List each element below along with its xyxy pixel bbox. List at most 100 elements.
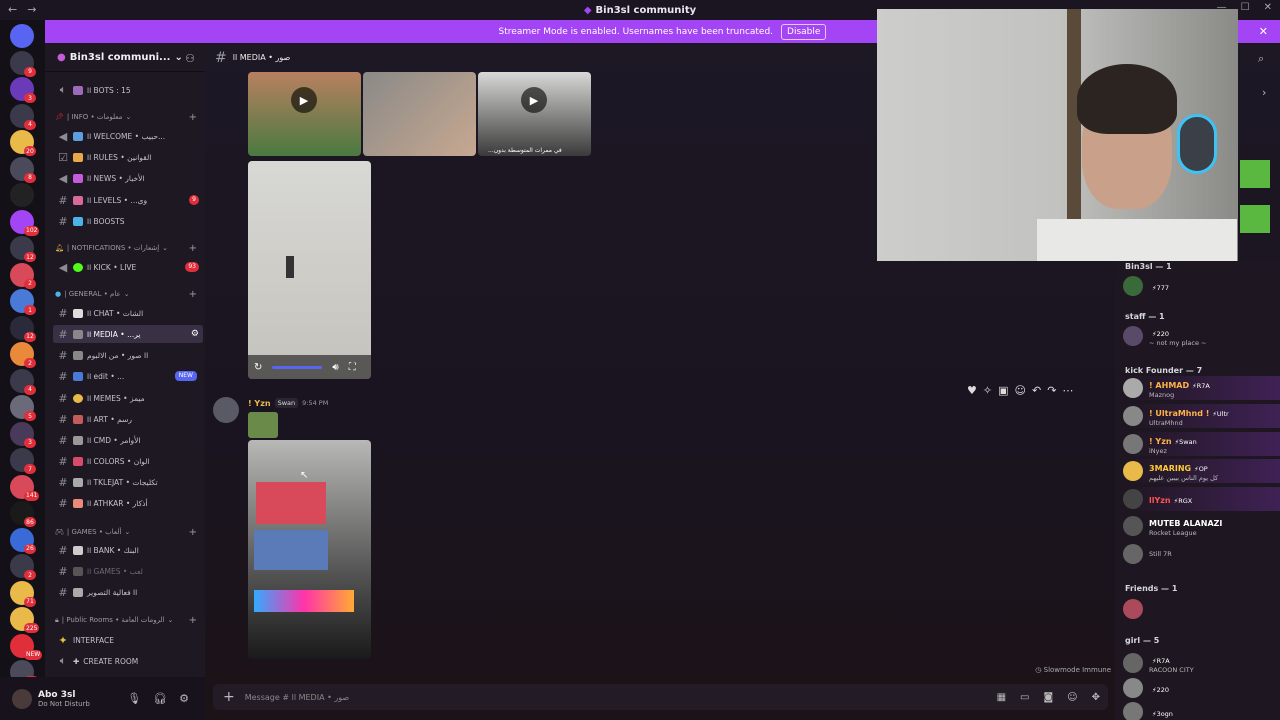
gift-icon[interactable]: ▦ <box>997 692 1006 703</box>
video-attachment[interactable]: ▶ ...في ممرات المتوسطة بدون <box>478 72 591 156</box>
member-item[interactable]: ⚡220 ~ not my place ~ <box>1123 324 1280 348</box>
channel-rules[interactable]: ☑ اا RULES • القوانين <box>53 148 203 166</box>
member-item[interactable]: ! AHMAD ⚡R7A Maznog <box>1123 376 1280 400</box>
settings-gear-icon[interactable]: ⚙ <box>191 329 199 339</box>
discord-home-icon[interactable] <box>10 24 34 48</box>
add-channel-icon[interactable]: + <box>189 243 197 254</box>
apps-icon[interactable]: ✥ <box>1092 692 1100 703</box>
forward-icon[interactable]: ↷ <box>1047 384 1056 397</box>
fullscreen-icon[interactable]: ⛶ <box>349 362 356 373</box>
hash-icon: # <box>58 214 68 228</box>
channel-cmd[interactable]: # اا CMD • الأوامر <box>53 431 203 449</box>
channel-bank[interactable]: # اا BANK • البنك <box>53 541 203 559</box>
guild-header[interactable]: ● Bin3sl communi... ⌄ ⚇ <box>45 43 205 72</box>
channel-emoji-icon <box>73 350 83 360</box>
channel-photo-event[interactable]: # اا فعالية التصوير <box>53 583 203 601</box>
headphones-icon[interactable]: 🎧︎ <box>153 692 167 705</box>
channel-news[interactable]: ◀ اا NEWS • الأخبار <box>53 169 203 187</box>
channel-emoji-icon <box>73 308 83 318</box>
member-item[interactable]: ⚡777 <box>1123 274 1280 298</box>
member-group-header: girl — 5 <box>1125 636 1160 645</box>
close-window-icon[interactable]: ✕ <box>1264 2 1272 13</box>
channel-chat[interactable]: # اا CHAT • الشات <box>53 304 203 322</box>
channel-welcome[interactable]: ◀ اا WELCOME • حبيب... <box>53 127 203 145</box>
volume-icon[interactable]: 🔊︎ <box>332 362 338 373</box>
emoji-icon[interactable]: ☺ <box>1015 384 1026 397</box>
image-attachment[interactable]: ↖ <box>248 440 371 659</box>
channel-memes[interactable]: # اا MEMES • ميمز <box>53 389 203 407</box>
progress-bar[interactable] <box>272 365 323 369</box>
search-icon[interactable]: ⌕ <box>1258 52 1264 66</box>
hash-icon: # <box>58 564 68 578</box>
forward-icon[interactable]: → <box>27 3 36 16</box>
replay-icon[interactable]: ↻ <box>254 362 262 373</box>
member-item[interactable]: ⚡3ogn <box>1123 700 1280 720</box>
image-attachment[interactable] <box>363 72 476 156</box>
bell-icon: 🔔︎ <box>55 244 64 252</box>
channel-media[interactable]: # اا MEDIA • ...ير ⚙ <box>53 325 203 343</box>
settings-gear-icon[interactable]: ⚙ <box>179 692 189 705</box>
member-item[interactable]: llYzn ⚡RGX <box>1123 487 1280 511</box>
chevron-right-icon[interactable]: › <box>1262 86 1266 99</box>
category-general[interactable]: ● | GENERAL • عام ⌄ + <box>55 287 203 301</box>
attach-plus-icon[interactable]: + <box>223 689 235 705</box>
user-info[interactable]: Abo 3sl Do Not Disturb <box>38 690 90 708</box>
member-item[interactable]: 3MARING ⚡OP كل يوم الناس بيبين عليهم <box>1123 459 1280 483</box>
channel-edit[interactable]: # اا edit • ... NEW <box>53 367 203 385</box>
avatar[interactable] <box>213 397 239 423</box>
video-attachment[interactable]: ▶ <box>248 72 361 156</box>
category-info[interactable]: 📌︎ | INFO • معلومات ⌄ + <box>55 110 203 124</box>
back-icon[interactable]: ← <box>8 3 17 16</box>
channel-boosts[interactable]: # اا BOOSTS <box>53 212 203 230</box>
disable-button[interactable]: Disable <box>781 23 827 40</box>
channel-kick[interactable]: ◀ اا KICK • LIVE 93 <box>53 258 203 276</box>
channel-art[interactable]: # اا ART • رسم <box>53 410 203 428</box>
message-input[interactable]: Message # اا MEDIA • صور <box>245 693 349 702</box>
add-member-icon[interactable]: ⚇ <box>185 52 195 65</box>
category-public-rooms[interactable]: 🔒︎ | Public Rooms • الرومات العامة ⌄ + <box>55 613 203 627</box>
more-icon[interactable]: ⋯ <box>1062 384 1073 397</box>
channel-emoji-icon <box>73 85 83 95</box>
category-notifications[interactable]: 🔔︎ | NOTIFICATIONS • إشعارات ⌄ + <box>55 241 203 255</box>
channel-games[interactable]: # اا GAMES • لعب <box>53 562 203 580</box>
server-icon[interactable] <box>10 183 34 207</box>
sticker-icon[interactable]: ◙ <box>1043 692 1053 703</box>
close-banner-icon[interactable]: ✕ <box>1259 25 1268 38</box>
reply-icon[interactable]: ↶ <box>1032 384 1041 397</box>
play-icon[interactable]: ▶ <box>521 87 547 113</box>
channel-tklejat[interactable]: # اا TKLEJAT • تكليجات <box>53 473 203 491</box>
member-item[interactable]: ⚡220 <box>1123 676 1280 700</box>
message-author[interactable]: ! Yzn <box>248 399 271 408</box>
add-channel-icon[interactable]: + <box>189 112 197 123</box>
channel-interface[interactable]: ✦ INTERFACE <box>53 631 203 649</box>
channel-levels[interactable]: # اا LEVELS • ...وى 9 <box>53 191 203 209</box>
maximize-icon[interactable]: ☐ <box>1241 2 1250 13</box>
member-item[interactable]: Still 7R <box>1123 542 1280 566</box>
add-channel-icon[interactable]: + <box>189 289 197 300</box>
channel-colors[interactable]: # اا COLORS • الوان <box>53 452 203 470</box>
member-item[interactable] <box>1123 597 1280 621</box>
channel-album[interactable]: # اا صور • من الالبوم <box>53 346 203 364</box>
emoji-icon[interactable]: ☺ <box>1067 692 1077 703</box>
add-channel-icon[interactable]: + <box>189 615 197 626</box>
app-icon[interactable]: ▣ <box>998 384 1008 397</box>
channel-athkar[interactable]: # اا ATHKAR • أذكار <box>53 494 203 512</box>
channel-create-room[interactable]: 🔈︎ ✚ CREATE ROOM <box>53 652 203 670</box>
channel-bots[interactable]: 🔈︎ اا BOTS : 15 <box>53 81 203 99</box>
gif-icon[interactable]: ▭ <box>1020 692 1029 703</box>
door-lock <box>286 256 294 278</box>
category-games[interactable]: 🎮︎ | GAMES • ألعاب ⌄ + <box>55 525 203 539</box>
member-item[interactable]: ! UltraMhnd ! ⚡Ultr UltraMhnd <box>1123 404 1280 428</box>
message-composer[interactable]: + Message # اا MEDIA • صور ▦ ▭ ◙ ☺ ✥ <box>213 684 1108 710</box>
microphone-icon[interactable]: 🎙︎ <box>127 692 141 705</box>
avatar[interactable] <box>12 688 32 709</box>
play-icon[interactable]: ▶ <box>291 87 317 113</box>
reaction-icon[interactable]: ✧ <box>983 384 992 397</box>
video-player[interactable]: ↻ 🔊︎ ⛶ <box>248 161 371 379</box>
heart-icon[interactable]: ♥ <box>967 384 977 397</box>
member-item[interactable]: ⚡R7A RACOON CITY <box>1123 651 1280 675</box>
add-channel-icon[interactable]: + <box>189 527 197 538</box>
member-item[interactable]: ! Yzn ⚡Swan iNyez <box>1123 432 1280 456</box>
channel-emoji-icon <box>73 152 83 162</box>
member-item[interactable]: MUTEB ALANAZI Rocket League <box>1123 514 1280 538</box>
